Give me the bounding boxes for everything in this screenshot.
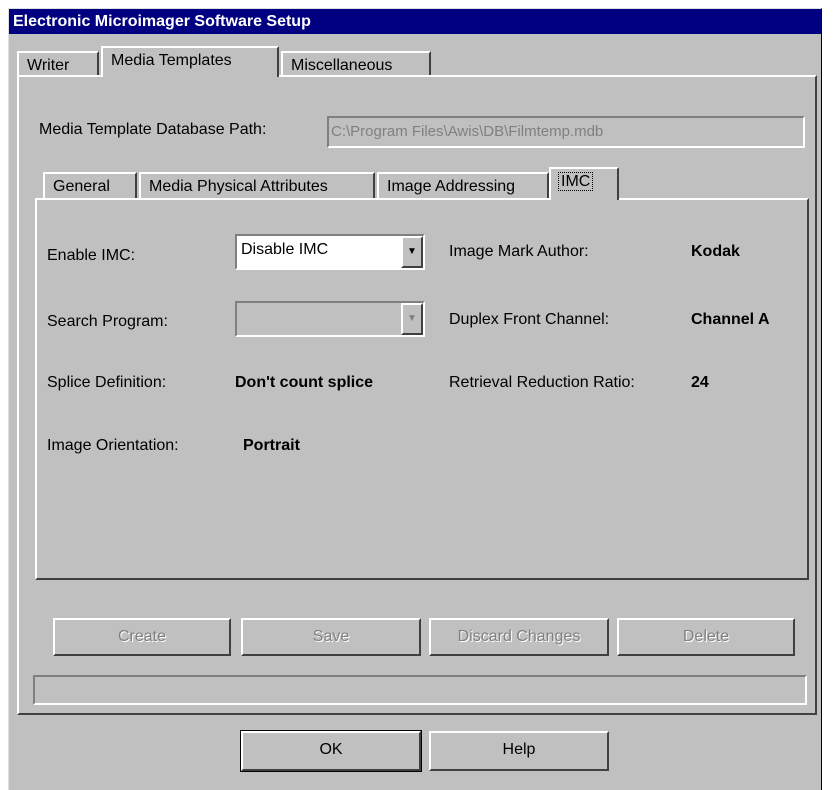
db-path-field[interactable]: C:\Program Files\Awis\DB\Filmtemp.mdb [327, 116, 805, 148]
ok-button[interactable]: OK [240, 730, 422, 772]
splice-definition-value: Don't count splice [235, 374, 374, 391]
tab-media-templates-label: Media Templates [111, 52, 232, 69]
chevron-down-icon[interactable]: ▼ [401, 236, 423, 268]
db-path-label: Media Template Database Path: [39, 121, 267, 138]
tab-general[interactable]: General [43, 172, 137, 198]
chevron-down-icon[interactable]: ▼ [401, 303, 423, 335]
discard-changes-button[interactable]: Discard Changes [429, 618, 609, 656]
save-button[interactable]: Save [241, 618, 421, 656]
enable-imc-select[interactable]: Disable IMC ▼ [235, 234, 425, 270]
duplex-front-channel-value: Channel A [691, 311, 770, 328]
status-bar [33, 675, 807, 705]
retrieval-reduction-ratio-label: Retrieval Reduction Ratio: [449, 374, 635, 391]
tab-writer-label: Writer [27, 57, 70, 74]
tab-media-physical-attributes[interactable]: Media Physical Attributes [139, 172, 375, 198]
splice-definition-label: Splice Definition: [47, 374, 167, 391]
create-button[interactable]: Create [53, 618, 231, 656]
tab-media-physical-label: Media Physical Attributes [149, 178, 328, 195]
tab-image-addressing[interactable]: Image Addressing [377, 172, 549, 198]
help-button[interactable]: Help [429, 731, 609, 771]
tab-miscellaneous-label: Miscellaneous [291, 57, 393, 74]
image-mark-author-value: Kodak [691, 243, 740, 260]
image-orientation-value: Portrait [243, 437, 300, 454]
duplex-front-channel-label: Duplex Front Channel: [449, 311, 610, 328]
enable-imc-value: Disable IMC [241, 241, 329, 258]
tab-imc[interactable]: IMC [549, 167, 619, 200]
image-mark-author-label: Image Mark Author: [449, 243, 589, 260]
search-program-select[interactable]: ▼ [235, 301, 425, 337]
title-bar: Electronic Microimager Software Setup [9, 9, 821, 34]
tab-writer[interactable]: Writer [17, 51, 99, 75]
tab-media-templates[interactable]: Media Templates [101, 46, 279, 77]
search-program-label: Search Program: [47, 313, 168, 330]
image-orientation-label: Image Orientation: [47, 437, 179, 454]
tab-general-label: General [53, 178, 110, 195]
tab-imc-label: IMC [557, 172, 594, 191]
tab-miscellaneous[interactable]: Miscellaneous [281, 51, 431, 75]
retrieval-reduction-ratio-value: 24 [691, 374, 709, 391]
setup-window: Electronic Microimager Software Setup Wr… [8, 8, 822, 790]
tab-image-addressing-label: Image Addressing [387, 178, 516, 195]
enable-imc-label: Enable IMC: [47, 247, 136, 264]
delete-button[interactable]: Delete [617, 618, 795, 656]
